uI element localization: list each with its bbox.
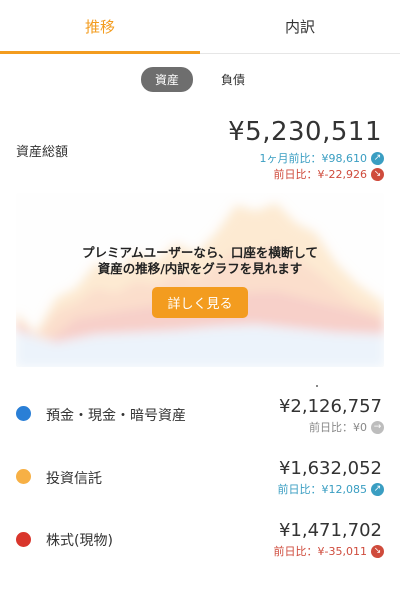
category-color-dot xyxy=(16,406,31,421)
arrow-down-right-icon: ↘ xyxy=(371,544,384,558)
premium-promo-text: プレミアムユーザーなら、口座を横断して 資産の推移/内訳をグラフを見れます xyxy=(16,245,384,277)
tab-transition[interactable]: 推移 xyxy=(0,0,200,54)
category-name-funds[interactable]: 投資信託 xyxy=(46,468,102,488)
category-name-deposits[interactable]: 預金・現金・暗号資産 xyxy=(46,405,186,425)
promo-line-2: 資産の推移/内訳をグラフを見れます xyxy=(97,261,303,276)
category-value-stocks: ¥1,471,702 xyxy=(278,520,382,541)
see-details-button[interactable]: 詳しく見る xyxy=(152,287,248,318)
day-change: 前日比：¥-22,926 ↘ xyxy=(274,166,384,182)
asset-liability-toggle: 資産 負債 xyxy=(0,67,400,92)
promo-line-1: プレミアムユーザーなら、口座を横断して xyxy=(81,245,318,260)
total-assets-label: 資産総額 xyxy=(16,145,69,160)
arrow-up-right-icon: ↗ xyxy=(371,482,384,496)
segment-liabilities[interactable]: 負債 xyxy=(207,67,259,92)
month-change: 1ヶ月前比：¥98,610 ↗ xyxy=(259,150,384,166)
category-color-dot xyxy=(16,469,31,484)
top-tab-bar: 推移 内訳 xyxy=(0,0,400,54)
category-change-text: 前日比：¥0 xyxy=(309,421,367,434)
category-name-stocks[interactable]: 株式(現物) xyxy=(46,530,113,550)
month-change-text: 1ヶ月前比：¥98,610 xyxy=(259,152,368,165)
arrow-right-icon: → xyxy=(371,420,384,434)
segment-assets[interactable]: 資産 xyxy=(140,67,193,92)
category-change-text: 前日比：¥-35,011 xyxy=(273,545,367,558)
total-assets-value: ¥5,230,511 xyxy=(228,117,382,147)
tab-breakdown[interactable]: 内訳 xyxy=(200,0,400,53)
arrow-up-right-icon: ↗ xyxy=(371,151,384,165)
day-change-text: 前日比：¥-22,926 xyxy=(273,168,367,181)
chart-overlay xyxy=(16,193,384,367)
divider-dot xyxy=(316,385,318,387)
category-change-text: 前日比：¥12,085 xyxy=(277,483,368,496)
arrow-down-right-icon: ↘ xyxy=(371,167,384,181)
category-value-funds: ¥1,632,052 xyxy=(278,458,382,479)
category-change-deposits: 前日比：¥0 → xyxy=(309,419,384,435)
category-change-stocks: 前日比：¥-35,011 ↘ xyxy=(274,543,384,559)
category-value-deposits: ¥2,126,757 xyxy=(278,396,382,417)
category-color-dot xyxy=(16,532,31,547)
category-change-funds: 前日比：¥12,085 ↗ xyxy=(277,481,384,497)
